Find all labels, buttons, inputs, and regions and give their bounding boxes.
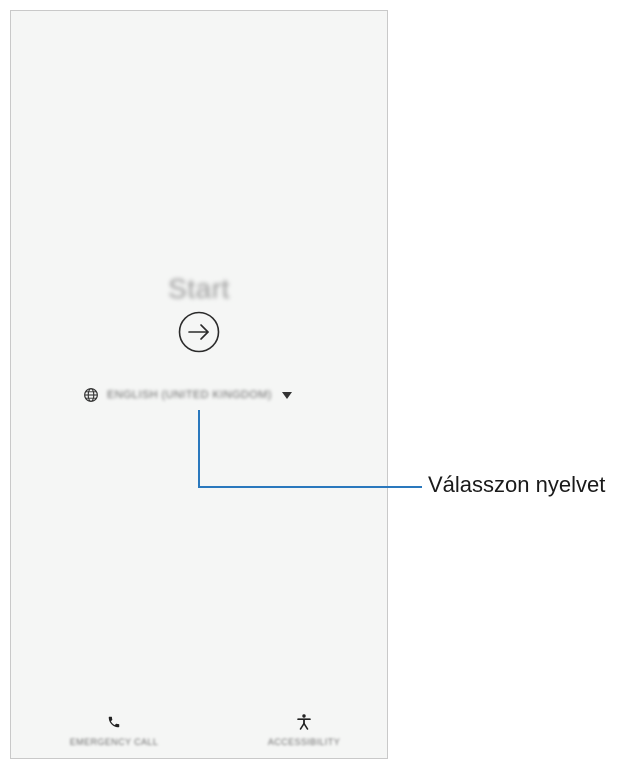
emergency-call-button[interactable]: EMERGENCY CALL [49,711,179,747]
language-selector[interactable]: ENGLISH (UNITED KINGDOM) [83,385,292,405]
globe-icon [84,388,98,402]
emergency-call-label: EMERGENCY CALL [69,737,159,747]
arrow-right-circle-icon [178,311,220,353]
phone-screen: Start ENGLISH (UNITED KINGDOM) EMERGENCY… [10,10,388,759]
callout-label: Válasszon nyelvet [428,472,606,497]
start-button[interactable] [178,311,220,353]
page-title: Start [168,273,230,304]
callout-line-vertical [198,410,200,488]
phone-icon [108,716,120,728]
language-label: ENGLISH (UNITED KINGDOM) [107,389,272,401]
accessibility-button[interactable]: ACCESSIBILITY [239,711,369,747]
accessibility-icon [297,714,311,730]
callout-line-horizontal [198,486,422,488]
caret-down-icon [281,391,292,399]
accessibility-label: ACCESSIBILITY [267,737,341,747]
